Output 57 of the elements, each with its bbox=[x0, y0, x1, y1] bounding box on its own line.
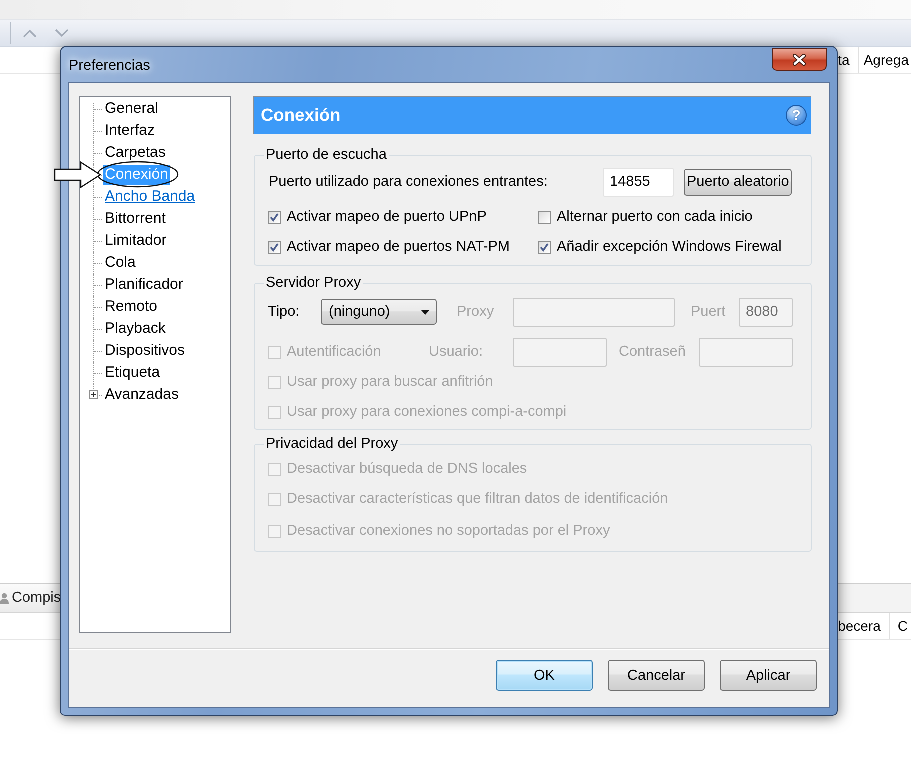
close-icon bbox=[793, 54, 806, 66]
checkmark-icon bbox=[270, 212, 279, 222]
tree-item[interactable]: General bbox=[103, 99, 160, 119]
checkbox-label: Activar mapeo de puertos NAT-PM bbox=[287, 239, 510, 255]
checkmark-icon bbox=[540, 242, 549, 252]
checkbox-label: Usar proxy para conexiones compi-a-compi bbox=[287, 404, 567, 420]
field-label: Contraseñ bbox=[619, 344, 687, 360]
dialog-button[interactable]: OK bbox=[496, 660, 593, 691]
checkbox-label: Autentificación bbox=[287, 344, 382, 360]
checkmark-icon bbox=[270, 242, 279, 252]
tree-item[interactable]: Interfaz bbox=[103, 121, 158, 141]
field-label: Tipo: bbox=[268, 304, 301, 320]
caret-icon bbox=[421, 310, 430, 314]
group-title: Puerto de escucha bbox=[265, 146, 388, 164]
action-button[interactable]: Puerto aleatorio bbox=[684, 168, 792, 196]
checkbox-label: Usar proxy para buscar anfitrión bbox=[287, 374, 494, 390]
panel-title: Conexión bbox=[261, 105, 341, 126]
tree-item[interactable]: Bittorrent bbox=[103, 209, 168, 229]
field-label: Puerto utilizado para conexiones entrantes: bbox=[268, 174, 549, 190]
checkbox-label: Añadir excepción Windows Firewal bbox=[557, 239, 782, 255]
dropdown[interactable]: (ninguno) bbox=[321, 299, 437, 325]
tree-item[interactable]: Ancho Banda bbox=[103, 187, 198, 207]
checkbox-label: Alternar puerto con cada inicio bbox=[557, 209, 753, 225]
tree-item[interactable]: Planificador bbox=[103, 275, 186, 295]
ellipse-mark-icon bbox=[97, 161, 179, 188]
checkbox-label: Desactivar características que filtran datos de identificación bbox=[287, 491, 668, 507]
group-title: Servidor Proxy bbox=[265, 274, 362, 292]
dialog-button[interactable]: Aplicar bbox=[720, 660, 817, 691]
column-header[interactable]: Agrega bbox=[858, 47, 911, 73]
checkbox-label: Activar mapeo de puerto UPnP bbox=[287, 209, 487, 225]
checkbox[interactable] bbox=[268, 210, 281, 224]
checkbox-label: Desactivar búsqueda de DNS locales bbox=[287, 461, 528, 477]
expand-icon[interactable] bbox=[89, 390, 98, 399]
input-field[interactable]: 14855 bbox=[603, 168, 674, 196]
window-title: Preferencias bbox=[69, 58, 150, 74]
close-button[interactable] bbox=[772, 48, 827, 71]
tree-item[interactable]: Carpetas bbox=[103, 143, 168, 163]
dialog-button[interactable]: Cancelar bbox=[608, 660, 705, 691]
tree-item[interactable]: Remoto bbox=[103, 297, 160, 317]
checkbox-label: Desactivar conexiones no soportadas por el Proxy bbox=[287, 523, 610, 539]
field-label: Puert bbox=[691, 304, 727, 320]
chevron-up-icon[interactable] bbox=[23, 28, 37, 38]
checkbox[interactable] bbox=[268, 240, 281, 254]
tree-item[interactable]: Etiqueta bbox=[103, 363, 162, 383]
tree-item[interactable]: Dispositivos bbox=[103, 341, 188, 361]
tree-item[interactable]: Avanzadas bbox=[103, 385, 181, 405]
checkbox[interactable] bbox=[538, 240, 551, 254]
field-label: Usuario: bbox=[429, 344, 484, 360]
person-icon bbox=[0, 592, 9, 604]
column-header[interactable]: C bbox=[890, 613, 911, 639]
field-label: Proxy bbox=[457, 304, 496, 320]
tree-item[interactable]: Limitador bbox=[103, 231, 169, 251]
checkbox[interactable] bbox=[538, 210, 551, 224]
tree-item[interactable]: Playback bbox=[103, 319, 168, 339]
chevron-down-icon[interactable] bbox=[55, 28, 69, 38]
tree-item[interactable]: Cola bbox=[103, 253, 138, 273]
group-title: Privacidad del Proxy bbox=[265, 435, 400, 453]
